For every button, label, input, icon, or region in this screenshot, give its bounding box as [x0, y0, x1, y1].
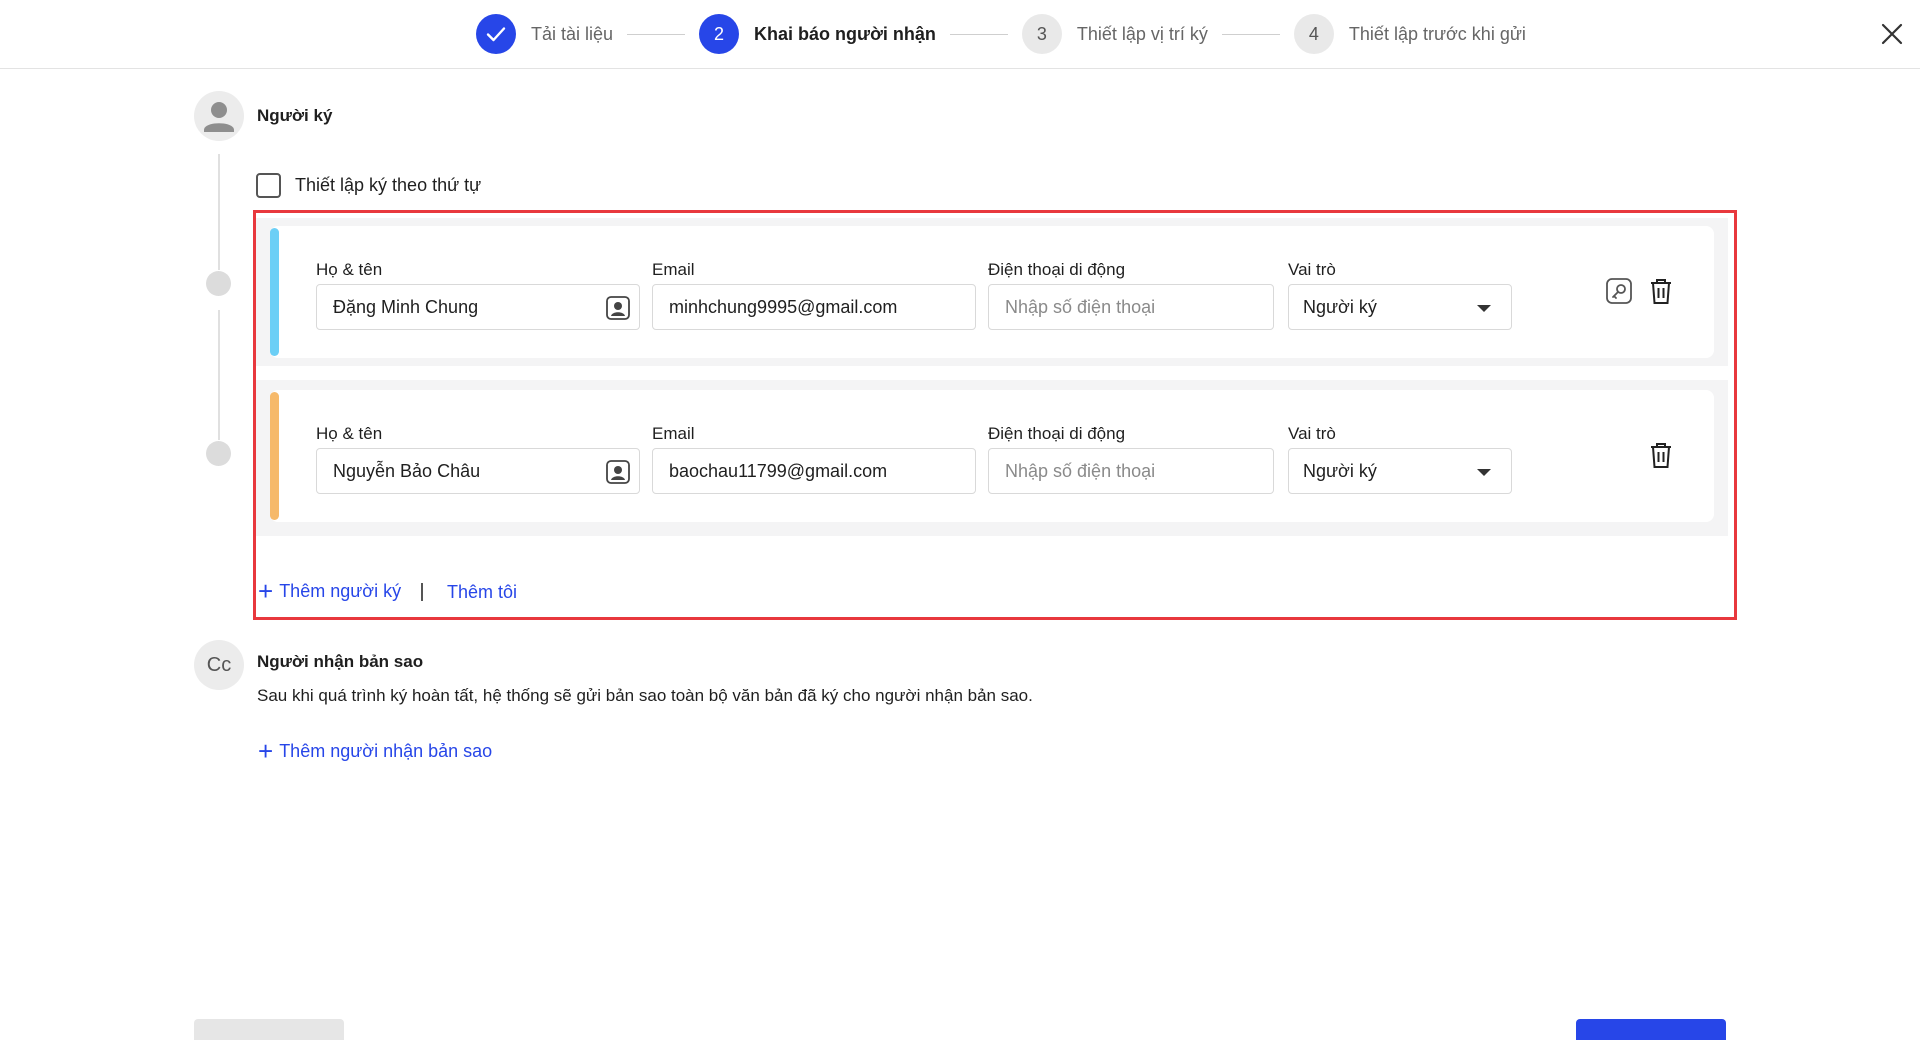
step-number: 3: [1021, 14, 1062, 54]
step-connector: [949, 33, 1008, 35]
add-cc-label: Thêm người nhận bản sao: [279, 740, 493, 761]
timeline-line: [218, 154, 220, 270]
highlight-box: [253, 210, 1737, 620]
step-connector: [627, 33, 686, 35]
close-icon: [1881, 23, 1903, 45]
step-label-pre-send: Thiết lập trước khi gửi: [1348, 23, 1526, 44]
cc-title: Người nhận bản sao: [257, 652, 424, 671]
step-declare-recipients[interactable]: 2 Khai báo người nhận: [699, 14, 936, 54]
next-button[interactable]: [1576, 1019, 1726, 1040]
timeline-dot: [206, 441, 231, 466]
stepper: Tải tài liệu 2 Khai báo người nhận 3 Thi…: [476, 13, 1526, 55]
step-label-upload: Tải tài liệu: [531, 23, 614, 44]
step-label-position: Thiết lập vị trí ký: [1076, 23, 1208, 44]
signing-order-toggle[interactable]: Thiết lập ký theo thứ tự: [256, 173, 481, 198]
step-connector: [1221, 33, 1280, 35]
cc-avatar: Cc: [194, 640, 244, 690]
timeline-line: [218, 310, 220, 440]
step-done-check-icon: [476, 14, 516, 54]
timeline-dot: [206, 271, 231, 296]
close-button[interactable]: [1878, 20, 1906, 48]
signer-avatar: [194, 91, 244, 141]
step-number: 4: [1293, 14, 1334, 54]
step-number: 2: [699, 14, 740, 54]
plus-icon: +: [258, 736, 274, 766]
user-icon: [204, 102, 234, 132]
stepper-bar: Tải tài liệu 2 Khai báo người nhận 3 Thi…: [0, 0, 1920, 69]
signing-order-checkbox[interactable]: [256, 173, 281, 198]
signing-order-label: Thiết lập ký theo thứ tự: [295, 175, 482, 195]
step-label-recipients: Khai báo người nhận: [754, 23, 936, 44]
add-cc-button[interactable]: + Thêm người nhận bản sao: [258, 738, 492, 764]
back-button[interactable]: [194, 1019, 344, 1040]
signers-title: Người ký: [257, 106, 333, 125]
step-signature-position[interactable]: 3 Thiết lập vị trí ký: [1021, 14, 1208, 54]
step-upload-document[interactable]: Tải tài liệu: [476, 14, 613, 54]
cc-description: Sau khi quá trình ký hoàn tất, hệ thống …: [257, 686, 1033, 705]
step-pre-send-settings[interactable]: 4 Thiết lập trước khi gửi: [1293, 14, 1526, 54]
